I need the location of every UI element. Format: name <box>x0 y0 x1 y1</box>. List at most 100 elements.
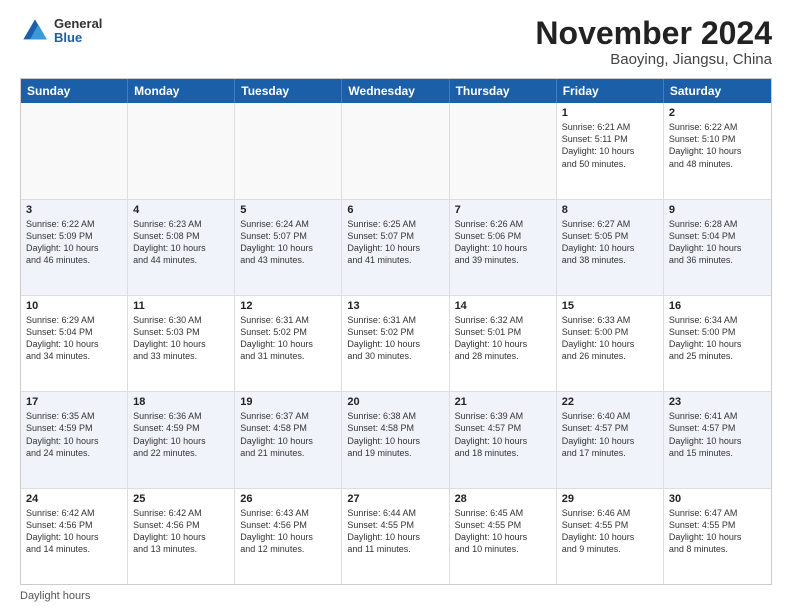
calendar-cell: 27 Sunrise: 6:44 AM Sunset: 4:55 PM Dayli… <box>342 489 449 584</box>
day-info: Sunrise: 6:35 AM Sunset: 4:59 PM Dayligh… <box>26 410 122 459</box>
day-info: Sunrise: 6:44 AM Sunset: 4:55 PM Dayligh… <box>347 507 443 556</box>
calendar-row: 17 Sunrise: 6:35 AM Sunset: 4:59 PM Dayli… <box>21 392 771 488</box>
day-info: Sunrise: 6:42 AM Sunset: 4:56 PM Dayligh… <box>133 507 229 556</box>
day-number: 9 <box>669 204 766 216</box>
day-info: Sunrise: 6:30 AM Sunset: 5:03 PM Dayligh… <box>133 314 229 363</box>
calendar-cell: 12Sunrise: 6:31 AM Sunset: 5:02 PM Dayli… <box>235 296 342 391</box>
location: Baoying, Jiangsu, China <box>535 51 772 68</box>
day-number: 22 <box>562 396 658 408</box>
calendar-body: 1 Sunrise: 6:21 AM Sunset: 5:11 PM Daylig… <box>21 103 771 584</box>
calendar-cell: 6Sunrise: 6:25 AM Sunset: 5:07 PM Daylig… <box>342 200 449 295</box>
calendar-cell: 5Sunrise: 6:24 AM Sunset: 5:07 PM Daylig… <box>235 200 342 295</box>
logo-text: General Blue <box>54 17 102 46</box>
day-number: 25 <box>133 493 229 505</box>
day-number: 1 <box>562 107 658 119</box>
day-number: 27 <box>347 493 443 505</box>
day-number: 4 <box>133 204 229 216</box>
day-info: Sunrise: 6:22 AM Sunset: 5:09 PM Dayligh… <box>26 218 122 267</box>
logo-general: General <box>54 17 102 31</box>
day-info: Sunrise: 6:41 AM Sunset: 4:57 PM Dayligh… <box>669 410 766 459</box>
calendar-row: 3 Sunrise: 6:22 AM Sunset: 5:09 PM Daylig… <box>21 200 771 296</box>
calendar-cell: 7 Sunrise: 6:26 AM Sunset: 5:06 PM Daylig… <box>450 200 557 295</box>
day-number: 11 <box>133 300 229 312</box>
day-info: Sunrise: 6:28 AM Sunset: 5:04 PM Dayligh… <box>669 218 766 267</box>
calendar-cell: 17 Sunrise: 6:35 AM Sunset: 4:59 PM Dayli… <box>21 392 128 487</box>
page: General Blue November 2024 Baoying, Jian… <box>0 0 792 612</box>
calendar-cell: 10Sunrise: 6:29 AM Sunset: 5:04 PM Dayli… <box>21 296 128 391</box>
day-number: 23 <box>669 396 766 408</box>
calendar-cell: 8 Sunrise: 6:27 AM Sunset: 5:05 PM Daylig… <box>557 200 664 295</box>
calendar-cell: 22 Sunrise: 6:40 AM Sunset: 4:57 PM Dayli… <box>557 392 664 487</box>
day-number: 2 <box>669 107 766 119</box>
header: General Blue November 2024 Baoying, Jian… <box>20 16 772 68</box>
day-info: Sunrise: 6:39 AM Sunset: 4:57 PM Dayligh… <box>455 410 551 459</box>
day-number: 8 <box>562 204 658 216</box>
calendar-cell: 13 Sunrise: 6:31 AM Sunset: 5:02 PM Dayli… <box>342 296 449 391</box>
day-number: 19 <box>240 396 336 408</box>
calendar-row: 10Sunrise: 6:29 AM Sunset: 5:04 PM Dayli… <box>21 296 771 392</box>
calendar-cell: 28Sunrise: 6:45 AM Sunset: 4:55 PM Dayli… <box>450 489 557 584</box>
calendar-cell: 15 Sunrise: 6:33 AM Sunset: 5:00 PM Dayli… <box>557 296 664 391</box>
calendar-cell: 26 Sunrise: 6:43 AM Sunset: 4:56 PM Dayli… <box>235 489 342 584</box>
logo-blue: Blue <box>54 31 102 45</box>
calendar-cell: 9 Sunrise: 6:28 AM Sunset: 5:04 PM Daylig… <box>664 200 771 295</box>
calendar-header-cell: Wednesday <box>342 79 449 103</box>
calendar-cell: 4 Sunrise: 6:23 AM Sunset: 5:08 PM Daylig… <box>128 200 235 295</box>
footer-note: Daylight hours <box>20 590 772 602</box>
day-info: Sunrise: 6:40 AM Sunset: 4:57 PM Dayligh… <box>562 410 658 459</box>
calendar-cell: 1 Sunrise: 6:21 AM Sunset: 5:11 PM Daylig… <box>557 103 664 198</box>
day-info: Sunrise: 6:24 AM Sunset: 5:07 PM Dayligh… <box>240 218 336 267</box>
day-number: 7 <box>455 204 551 216</box>
month-title: November 2024 <box>535 16 772 51</box>
calendar-cell: 20 Sunrise: 6:38 AM Sunset: 4:58 PM Dayli… <box>342 392 449 487</box>
calendar-row: 1 Sunrise: 6:21 AM Sunset: 5:11 PM Daylig… <box>21 103 771 199</box>
day-number: 6 <box>347 204 443 216</box>
day-number: 13 <box>347 300 443 312</box>
calendar-header-cell: Tuesday <box>235 79 342 103</box>
day-info: Sunrise: 6:46 AM Sunset: 4:55 PM Dayligh… <box>562 507 658 556</box>
day-number: 21 <box>455 396 551 408</box>
calendar-cell: 18 Sunrise: 6:36 AM Sunset: 4:59 PM Dayli… <box>128 392 235 487</box>
day-number: 3 <box>26 204 122 216</box>
day-info: Sunrise: 6:37 AM Sunset: 4:58 PM Dayligh… <box>240 410 336 459</box>
day-info: Sunrise: 6:27 AM Sunset: 5:05 PM Dayligh… <box>562 218 658 267</box>
day-info: Sunrise: 6:29 AM Sunset: 5:04 PM Dayligh… <box>26 314 122 363</box>
calendar-cell: 30Sunrise: 6:47 AM Sunset: 4:55 PM Dayli… <box>664 489 771 584</box>
calendar-cell: 3 Sunrise: 6:22 AM Sunset: 5:09 PM Daylig… <box>21 200 128 295</box>
calendar-cell: 21 Sunrise: 6:39 AM Sunset: 4:57 PM Dayli… <box>450 392 557 487</box>
calendar-cell: 11 Sunrise: 6:30 AM Sunset: 5:03 PM Dayli… <box>128 296 235 391</box>
day-number: 29 <box>562 493 658 505</box>
day-number: 20 <box>347 396 443 408</box>
day-info: Sunrise: 6:33 AM Sunset: 5:00 PM Dayligh… <box>562 314 658 363</box>
day-info: Sunrise: 6:43 AM Sunset: 4:56 PM Dayligh… <box>240 507 336 556</box>
day-info: Sunrise: 6:36 AM Sunset: 4:59 PM Dayligh… <box>133 410 229 459</box>
calendar-cell <box>128 103 235 198</box>
day-info: Sunrise: 6:23 AM Sunset: 5:08 PM Dayligh… <box>133 218 229 267</box>
day-number: 24 <box>26 493 122 505</box>
day-number: 18 <box>133 396 229 408</box>
day-info: Sunrise: 6:34 AM Sunset: 5:00 PM Dayligh… <box>669 314 766 363</box>
calendar-header: SundayMondayTuesdayWednesdayThursdayFrid… <box>21 79 771 103</box>
calendar-cell <box>21 103 128 198</box>
day-info: Sunrise: 6:26 AM Sunset: 5:06 PM Dayligh… <box>455 218 551 267</box>
day-number: 17 <box>26 396 122 408</box>
title-section: November 2024 Baoying, Jiangsu, China <box>535 16 772 68</box>
day-number: 26 <box>240 493 336 505</box>
calendar-cell: 2Sunrise: 6:22 AM Sunset: 5:10 PM Daylig… <box>664 103 771 198</box>
calendar-cell: 24Sunrise: 6:42 AM Sunset: 4:56 PM Dayli… <box>21 489 128 584</box>
calendar-cell: 25 Sunrise: 6:42 AM Sunset: 4:56 PM Dayli… <box>128 489 235 584</box>
day-info: Sunrise: 6:21 AM Sunset: 5:11 PM Dayligh… <box>562 121 658 170</box>
day-number: 14 <box>455 300 551 312</box>
day-info: Sunrise: 6:45 AM Sunset: 4:55 PM Dayligh… <box>455 507 551 556</box>
day-number: 15 <box>562 300 658 312</box>
calendar-cell <box>450 103 557 198</box>
calendar-cell: 29 Sunrise: 6:46 AM Sunset: 4:55 PM Dayli… <box>557 489 664 584</box>
calendar-header-cell: Thursday <box>450 79 557 103</box>
calendar-cell: 16 Sunrise: 6:34 AM Sunset: 5:00 PM Dayli… <box>664 296 771 391</box>
day-info: Sunrise: 6:31 AM Sunset: 5:02 PM Dayligh… <box>240 314 336 363</box>
calendar-cell <box>235 103 342 198</box>
day-info: Sunrise: 6:38 AM Sunset: 4:58 PM Dayligh… <box>347 410 443 459</box>
day-number: 30 <box>669 493 766 505</box>
day-info: Sunrise: 6:31 AM Sunset: 5:02 PM Dayligh… <box>347 314 443 363</box>
day-number: 16 <box>669 300 766 312</box>
